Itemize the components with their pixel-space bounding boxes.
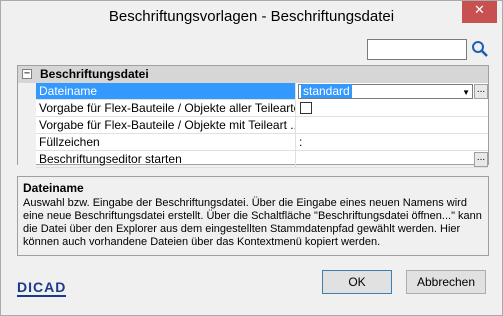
ok-button[interactable]: OK [322,270,392,294]
row-gutter [18,151,36,168]
dropdown-arrow-icon[interactable]: ▼ [462,86,470,99]
property-label: Dateiname [36,83,296,100]
property-row-alle-teilearten[interactable]: Vorgabe für Flex-Bauteile / Objekte alle… [18,100,488,117]
description-title: Dateiname [23,181,84,195]
property-label: Vorgabe für Flex-Bauteile / Objekte alle… [36,100,296,117]
dialog-window: Beschriftungsvorlagen - Beschriftungsdat… [0,0,503,316]
category-label: Beschriftungsdatei [40,67,149,81]
property-label: Vorgabe für Flex-Bauteile / Objekte mit … [36,117,296,134]
window-title: Beschriftungsvorlagen - Beschriftungsdat… [108,8,395,25]
row-gutter [18,83,36,100]
description-text: Auswahl bzw. Eingabe der Beschriftungsda… [23,197,482,248]
dateiname-dropdown[interactable]: standard ▼ [298,84,473,99]
search-icon[interactable] [471,40,489,58]
row-gutter [18,134,36,151]
category-row[interactable]: − Beschriftungsdatei [18,66,488,83]
description-panel: Dateiname Auswahl bzw. Eingabe der Besch… [17,176,489,256]
property-row-mit-teileart[interactable]: Vorgabe für Flex-Bauteile / Objekte mit … [18,117,488,134]
close-button[interactable]: ✕ [462,1,497,23]
property-value [296,151,488,168]
cancel-button[interactable]: Abbrechen [406,270,486,294]
property-label: Füllzeichen [36,134,296,151]
property-grid: − Beschriftungsdatei Dateiname standard … [17,65,489,168]
alle-teilearten-checkbox[interactable] [300,102,312,114]
logo-text: DICAD [17,279,67,297]
property-value [296,100,488,117]
title-bar: Beschriftungsvorlagen - Beschriftungsdat… [1,1,502,33]
start-editor-button[interactable]: ... [474,152,488,167]
row-gutter [18,100,36,117]
property-value[interactable] [296,117,488,134]
browse-button[interactable]: ... [474,84,488,99]
row-gutter [18,117,36,134]
search-input[interactable] [367,39,467,60]
fuellzeichen-value[interactable]: : [296,134,488,151]
collapse-icon[interactable]: − [22,69,32,79]
property-row-editor[interactable]: Beschriftungseditor starten ... [18,151,488,168]
dropdown-value: standard [301,84,352,98]
property-row-dateiname[interactable]: Dateiname standard ▼ ... [18,83,488,100]
dicad-logo: DICAD [17,279,67,297]
property-row-fuellzeichen[interactable]: Füllzeichen : [18,134,488,151]
property-label: Beschriftungseditor starten [36,151,296,168]
